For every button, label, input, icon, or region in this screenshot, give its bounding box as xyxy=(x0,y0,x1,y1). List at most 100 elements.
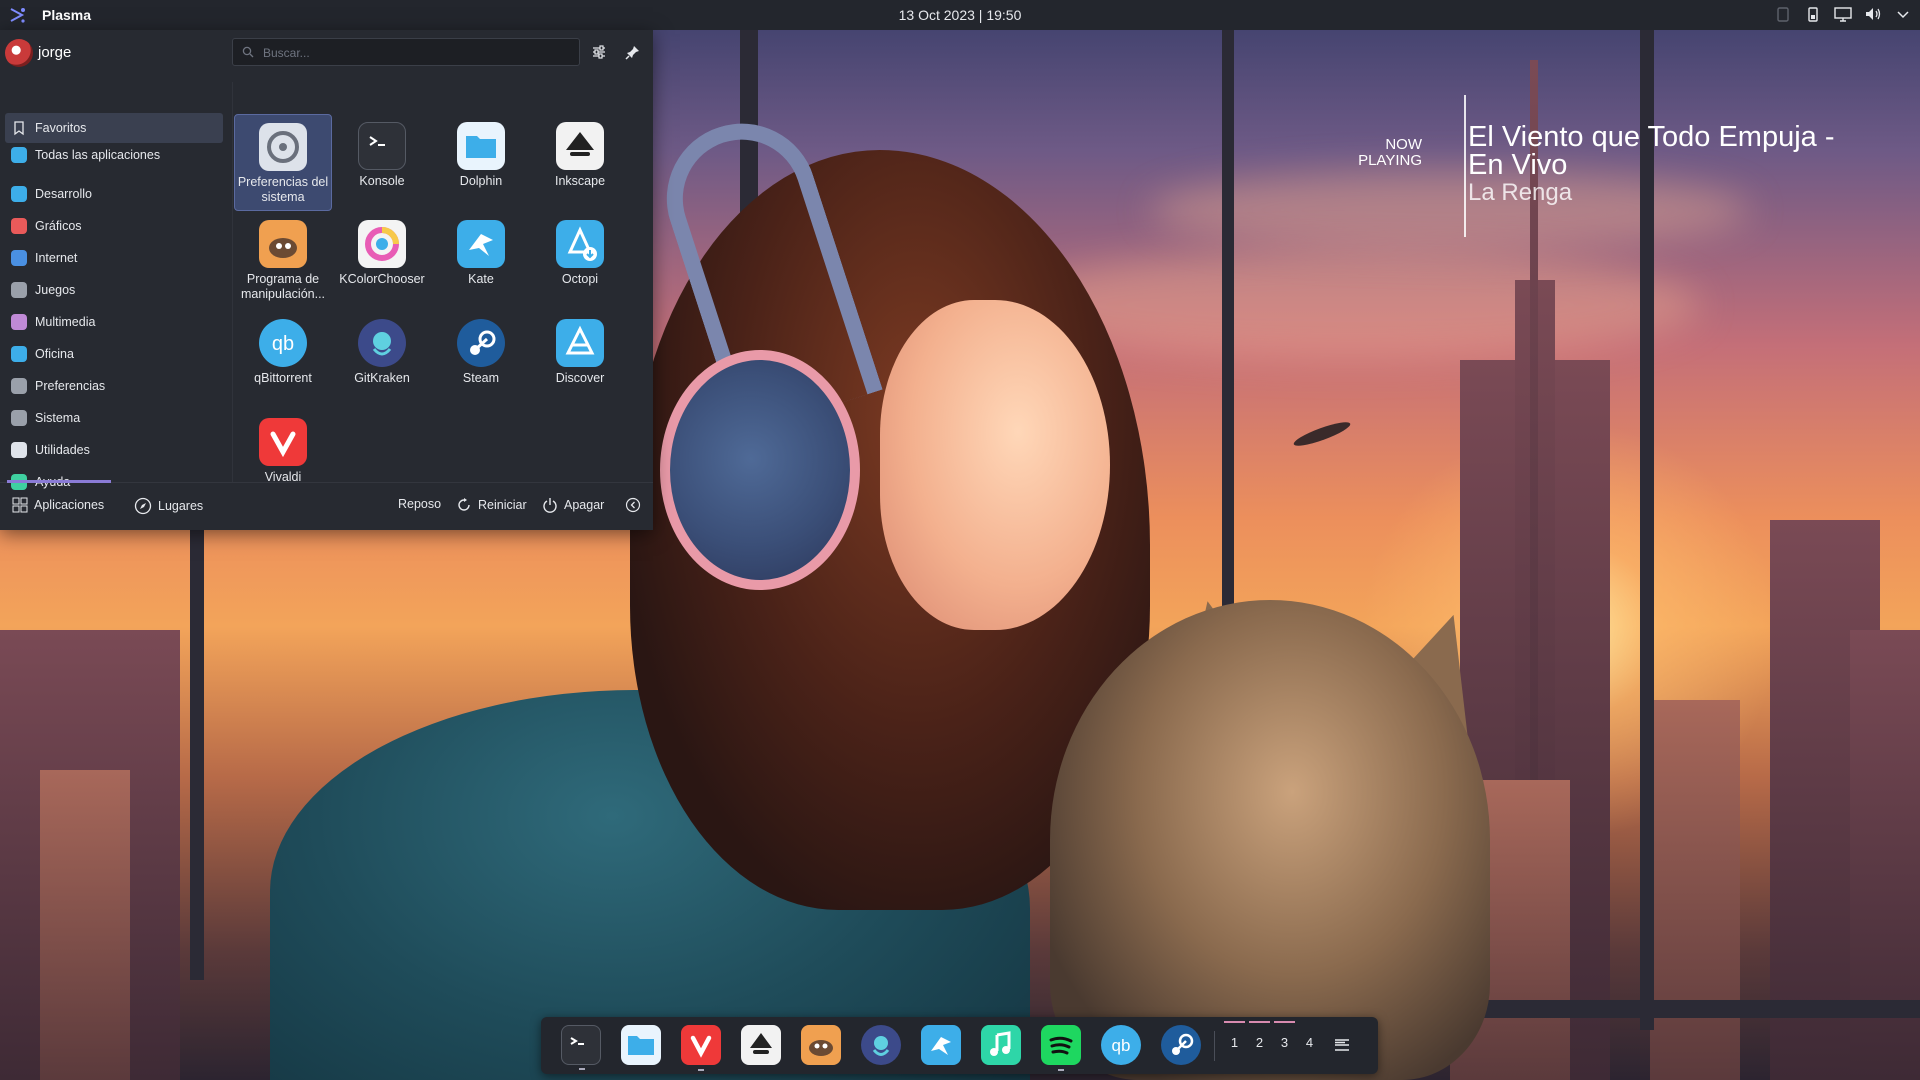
plasma-logo-icon xyxy=(8,6,26,24)
category-preferencias[interactable]: Preferencias xyxy=(5,371,223,401)
color-chooser-icon xyxy=(358,220,406,268)
kate-icon xyxy=(457,220,505,268)
terminal-icon xyxy=(562,1026,600,1064)
category-sistema[interactable]: Sistema xyxy=(5,403,223,433)
clipboard-icon[interactable] xyxy=(1774,5,1792,23)
dock-dolphin[interactable] xyxy=(621,1025,661,1065)
category-favoritos[interactable]: Favoritos xyxy=(5,113,223,143)
desktop-indicator xyxy=(1249,1021,1270,1023)
application-launcher-menu: jorge Favoritos Todas las aplicaciones D… xyxy=(0,30,653,530)
dock-steam[interactable] xyxy=(1161,1025,1201,1065)
category-desarrollo[interactable]: Desarrollo xyxy=(5,179,223,209)
chevron-left-circle-icon xyxy=(625,497,641,513)
category-internet[interactable]: Internet xyxy=(5,243,223,273)
virtual-desktop-4[interactable]: 4 xyxy=(1297,1035,1322,1050)
favorites-grid: Preferencias del sistema Konsole Dolphin… xyxy=(232,82,653,484)
virtual-desktop-2[interactable]: 2 xyxy=(1247,1021,1272,1050)
dock-kate[interactable] xyxy=(921,1025,961,1065)
category-graficos[interactable]: Gráficos xyxy=(5,211,223,241)
category-sidebar: Favoritos Todas las aplicaciones Desarro… xyxy=(0,82,228,490)
battery-icon[interactable] xyxy=(1804,5,1822,23)
app-konsole[interactable]: Konsole xyxy=(333,114,431,211)
application-launcher-button[interactable]: Plasma xyxy=(0,6,208,24)
app-kcolorchooser[interactable]: KColorChooser xyxy=(333,212,431,309)
music-icon xyxy=(981,1025,1021,1065)
category-multimedia[interactable]: Multimedia xyxy=(5,307,223,337)
volume-icon[interactable] xyxy=(1864,5,1882,23)
virtual-desktop-3[interactable]: 3 xyxy=(1272,1021,1297,1050)
dock-vivaldi[interactable] xyxy=(681,1025,721,1071)
shutdown-label: Apagar xyxy=(564,498,605,512)
octopi-icon xyxy=(556,220,604,268)
tab-applications[interactable]: Aplicaciones xyxy=(12,497,104,513)
leave-menu-button[interactable] xyxy=(625,497,641,513)
app-discover[interactable]: Discover xyxy=(531,311,629,408)
category-utilidades[interactable]: Utilidades xyxy=(5,435,223,465)
terminal-icon xyxy=(358,122,406,170)
app-system-settings[interactable]: Preferencias del sistema xyxy=(234,114,332,211)
digital-clock[interactable]: 13 Oct 2023 | 19:50 xyxy=(899,7,1022,23)
pin-icon[interactable] xyxy=(622,41,644,63)
multimedia-icon xyxy=(11,314,27,330)
graphics-icon xyxy=(11,218,27,234)
restart-button[interactable]: Reiniciar xyxy=(456,497,527,513)
tab-places-label: Lugares xyxy=(158,499,204,513)
category-todas[interactable]: Todas las aplicaciones xyxy=(5,140,223,170)
shutdown-button[interactable]: Apagar xyxy=(542,497,604,513)
dock-gitkraken[interactable] xyxy=(861,1025,901,1065)
avatar[interactable] xyxy=(5,39,33,67)
dock-inkscape[interactable] xyxy=(741,1025,781,1065)
app-gitkraken[interactable]: GitKraken xyxy=(333,311,431,408)
now-label: NOW xyxy=(1385,136,1422,153)
tab-places[interactable]: Lugares xyxy=(134,497,203,515)
category-juegos[interactable]: Juegos xyxy=(5,275,223,305)
desktop-indicator xyxy=(1274,1021,1295,1023)
search-input[interactable] xyxy=(261,39,575,67)
app-dolphin[interactable]: Dolphin xyxy=(432,114,530,211)
app-octopi[interactable]: Octopi xyxy=(531,212,629,309)
category-oficina[interactable]: Oficina xyxy=(5,339,223,369)
app-gimp[interactable]: Programa de manipulación... xyxy=(234,212,332,309)
dock-separator xyxy=(1214,1031,1215,1061)
app-label: Discover xyxy=(555,371,605,385)
dock-gimp[interactable] xyxy=(801,1025,841,1065)
app-steam[interactable]: Steam xyxy=(432,311,530,408)
dock-spotify[interactable] xyxy=(1041,1025,1081,1071)
dock-konsole[interactable] xyxy=(561,1025,601,1070)
track-title: El Viento que Todo Empuja - En Vivo xyxy=(1468,121,1835,181)
app-inkscape[interactable]: Inkscape xyxy=(531,114,629,211)
app-qbittorrent[interactable]: qb qBittorrent xyxy=(234,311,332,408)
display-icon[interactable] xyxy=(1834,5,1852,23)
app-label: Dolphin xyxy=(459,174,503,188)
app-label: Konsole xyxy=(359,174,405,188)
playing-label: PLAYING xyxy=(1358,152,1422,169)
category-label: Gráficos xyxy=(35,219,82,233)
gimp-icon xyxy=(801,1025,841,1065)
search-icon xyxy=(242,46,254,58)
configure-icon[interactable] xyxy=(588,41,610,63)
launcher-title: Plasma xyxy=(42,7,92,23)
category-label: Todas las aplicaciones xyxy=(35,148,161,162)
category-label: Multimedia xyxy=(35,315,96,329)
desktop-indicator xyxy=(1224,1021,1245,1023)
spotify-icon xyxy=(1041,1025,1081,1065)
virtual-desktop-1[interactable]: 1 xyxy=(1222,1021,1247,1050)
search-box[interactable] xyxy=(232,38,580,67)
app-label: Inkscape xyxy=(554,174,606,188)
hamburger-menu-icon xyxy=(1326,1029,1358,1061)
chevron-down-icon[interactable] xyxy=(1894,5,1912,23)
dock-qbittorrent[interactable]: qb xyxy=(1101,1025,1141,1065)
active-tab-indicator xyxy=(7,480,111,483)
category-label: Oficina xyxy=(35,347,74,361)
sleep-button[interactable]: Reposo xyxy=(398,497,441,511)
app-kate[interactable]: Kate xyxy=(432,212,530,309)
app-label: qBittorrent xyxy=(254,371,312,385)
gitkraken-icon xyxy=(861,1025,901,1065)
system-settings-icon xyxy=(259,123,307,171)
folder-icon xyxy=(621,1025,661,1065)
inkscape-icon xyxy=(741,1025,781,1065)
vivaldi-icon xyxy=(259,418,307,466)
dock-menu-button[interactable] xyxy=(1326,1029,1358,1061)
inkscape-icon xyxy=(556,122,604,170)
dock-music-player[interactable] xyxy=(981,1025,1021,1065)
